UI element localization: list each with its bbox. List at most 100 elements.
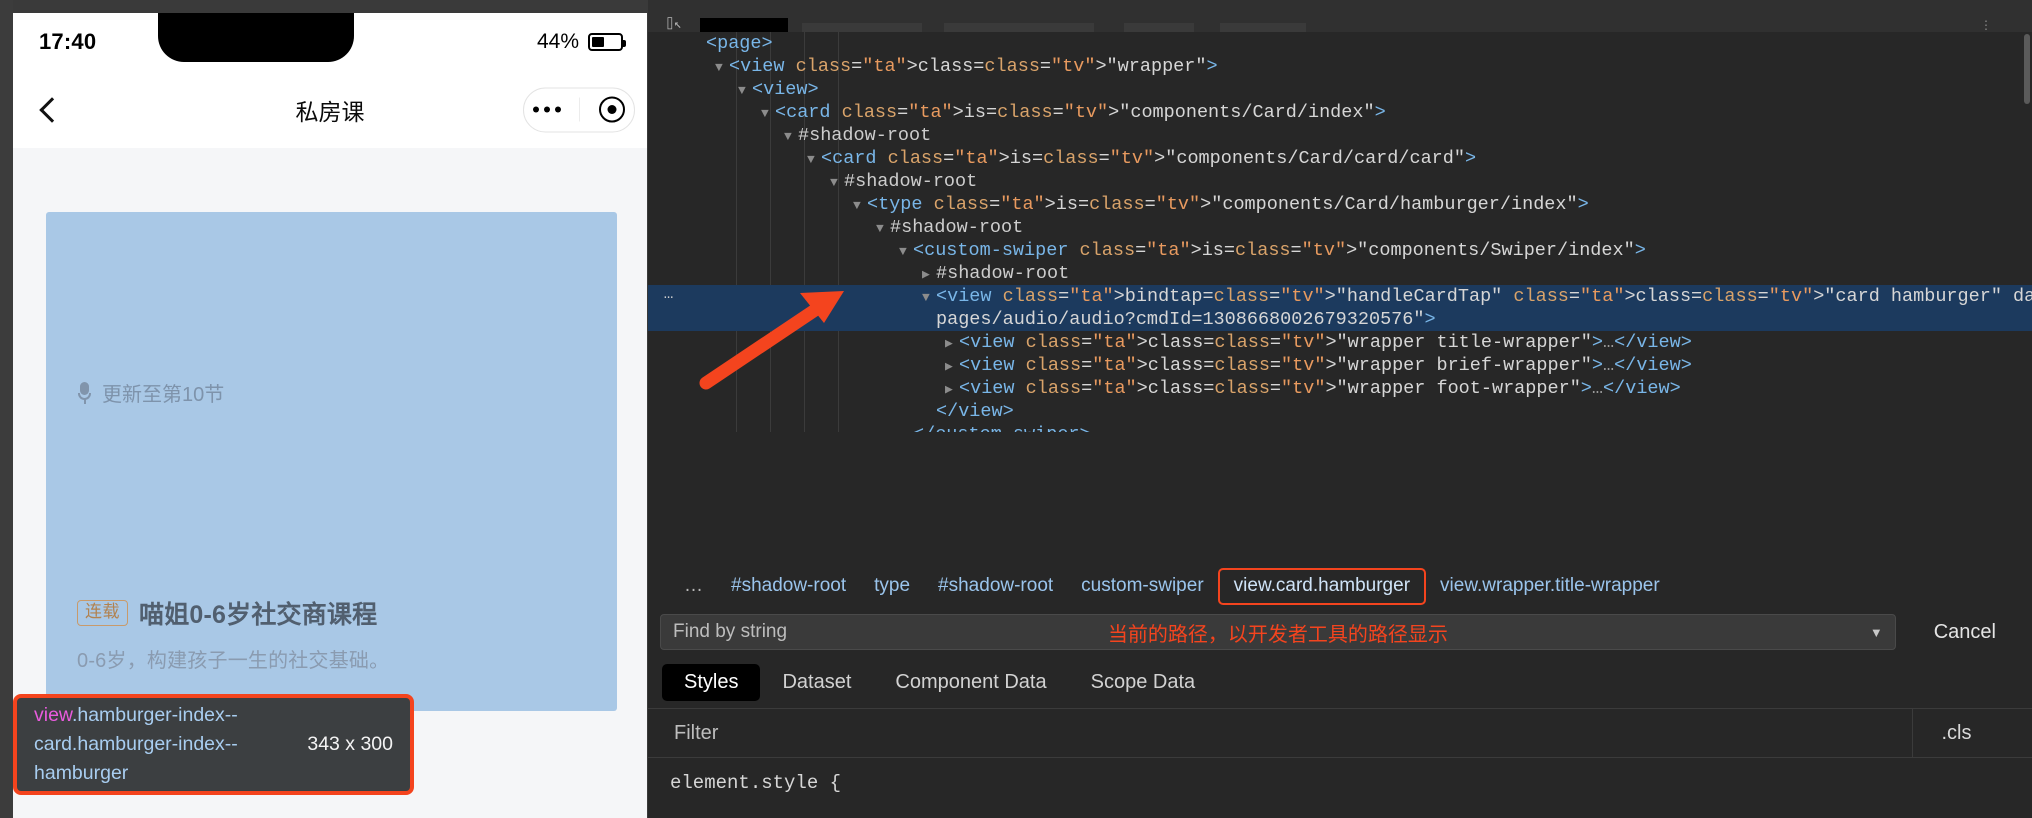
node-markup: <view class="ta">class [729, 56, 973, 77]
node-twisty[interactable]: ▼ [876, 217, 890, 240]
filter-input[interactable]: Filter [648, 708, 1912, 758]
styles-tab-strip[interactable]: StylesDatasetComponent DataScope Data [648, 656, 2032, 708]
inspect-element-icon[interactable]: ⌷↖ [666, 17, 682, 32]
dom-tree[interactable]: <page>▼<view class="ta">class=class="tv"… [648, 32, 2032, 432]
dom-node-row[interactable]: </view> [648, 400, 2032, 423]
microphone-icon [78, 382, 91, 404]
serial-badge: 连载 [77, 600, 128, 626]
dom-node-row[interactable]: ▶<view class="ta">class=class="tv">"wrap… [648, 377, 2032, 400]
styles-tab-dataset[interactable]: Dataset [760, 664, 873, 701]
node-markup: <view class="ta">class [959, 355, 1203, 376]
dom-tree-scrollbar[interactable] [2024, 34, 2030, 104]
status-time: 17:40 [39, 29, 96, 55]
dom-node-row[interactable]: ▼#shadow-root [648, 124, 2032, 147]
dom-node-row[interactable]: ▼<card class="ta">is=class="tv">"compone… [648, 147, 2032, 170]
node-twisty[interactable]: ▼ [761, 102, 775, 125]
tab-placeholder-1[interactable] [802, 23, 922, 32]
status-bar: 17:40 44% [13, 13, 647, 71]
breadcrumb-item-1[interactable]: #shadow-root [717, 573, 860, 599]
breadcrumb-item-5[interactable]: view.card.hamburger [1218, 568, 1426, 605]
node-markup: <view> [752, 79, 819, 100]
tab-wxml-active[interactable] [700, 18, 788, 32]
dom-node-row[interactable]: ▶<view class="ta">class=class="tv">"wrap… [648, 331, 2032, 354]
node-markup: <type class="ta">is [867, 194, 1078, 215]
breadcrumb-item-4[interactable]: custom-swiper [1067, 573, 1217, 599]
tab-placeholder-2[interactable] [944, 23, 1094, 32]
overflow-menu-icon[interactable]: ⋮ [1980, 18, 1992, 32]
node-twisty[interactable]: ▼ [830, 171, 844, 194]
filter-placeholder: Filter [674, 722, 718, 745]
find-input[interactable]: Find by string 当前的路径，以开发者工具的路径显示 ▼ [660, 614, 1896, 650]
breadcrumb-item-6[interactable]: view.wrapper.title-wrapper [1426, 573, 1674, 599]
node-twisty[interactable]: ▶ [945, 355, 959, 378]
card-subtitle: 0-6岁，构建孩子一生的社交基础。 [77, 644, 593, 673]
breadcrumb-item-0[interactable]: … [670, 573, 717, 599]
dom-node-row[interactable]: ▼<view> [648, 78, 2032, 101]
target-icon[interactable] [599, 97, 625, 123]
styles-tab-scope-data[interactable]: Scope Data [1069, 664, 1218, 701]
dom-node-row[interactable]: ▼#shadow-root [648, 170, 2032, 193]
node-markup: <view class="ta">class [959, 378, 1203, 399]
dom-node-row[interactable]: ▶<view class="ta">class=class="tv">"wrap… [648, 354, 2032, 377]
node-twisty[interactable]: ▶ [945, 332, 959, 355]
card-footer: 连载 喵姐0-6岁社交商课程 0-6岁，构建孩子一生的社交基础。 [77, 595, 593, 673]
dom-node-row[interactable]: ▼#shadow-root [648, 216, 2032, 239]
breadcrumb-item-2[interactable]: type [860, 573, 924, 599]
node-twisty[interactable]: ▼ [899, 240, 913, 263]
node-markup: <page> [706, 33, 773, 54]
node-markup: <card class="ta">is [821, 148, 1032, 169]
inspector-size-label: 343 x 300 [307, 733, 393, 756]
inspector-tag-name: view [34, 704, 72, 726]
cls-button[interactable]: .cls [1912, 708, 2000, 758]
node-markup: #shadow-root [844, 171, 977, 192]
card-update-row: 更新至第10节 [78, 378, 224, 407]
chevron-down-icon[interactable]: ▼ [1870, 625, 1883, 640]
find-bar[interactable]: Find by string 当前的路径，以开发者工具的路径显示 ▼ Cance… [648, 608, 2032, 656]
dom-node-row[interactable]: </custom-swiper> [648, 423, 2032, 432]
node-markup: <view class="ta">class [959, 332, 1203, 353]
simulator-left-gutter [0, 0, 13, 818]
dom-node-row[interactable]: ▼<type class="ta">is=class="tv">"compone… [648, 193, 2032, 216]
styles-tab-styles[interactable]: Styles [662, 664, 760, 701]
cancel-button[interactable]: Cancel [1906, 621, 2024, 644]
node-markup: #shadow-root [890, 217, 1023, 238]
node-twisty[interactable]: ▼ [853, 194, 867, 217]
node-markup: </view> [936, 401, 1014, 422]
devtools-tab-row[interactable]: ⌷↖ ⋮ [648, 14, 2032, 32]
dom-node-row[interactable]: ▼<custom-swiper class="ta">is=class="tv"… [648, 239, 2032, 262]
card-title: 喵姐0-6岁社交商课程 [139, 595, 377, 631]
node-twisty[interactable]: ▶ [945, 378, 959, 401]
capsule-button-group[interactable] [523, 87, 635, 132]
node-markup: #shadow-root [936, 263, 1069, 284]
dom-node-row[interactable]: pages/audio/audio?cmdId=1308668002679320… [648, 308, 2032, 331]
annotation-text: 当前的路径，以开发者工具的路径显示 [1108, 618, 1448, 647]
node-overflow-badge[interactable]: … [656, 288, 682, 305]
tab-placeholder-4[interactable] [1220, 23, 1306, 32]
devtools-panel: ⌷↖ ⋮ <page>▼<view class="ta">class=class… [648, 0, 2032, 818]
tab-placeholder-3[interactable] [1124, 23, 1194, 32]
styles-filter-row[interactable]: Filter .cls [648, 708, 2032, 758]
node-twisty[interactable]: ▼ [715, 56, 729, 79]
card-update-text: 更新至第10节 [102, 378, 224, 407]
breadcrumb-item-3[interactable]: #shadow-root [924, 573, 1067, 599]
dom-node-row[interactable]: ▼<card class="ta">is=class="tv">"compone… [648, 101, 2032, 124]
styles-tab-component-data[interactable]: Component Data [873, 664, 1068, 701]
course-card[interactable]: 更新至第10节 连载 喵姐0-6岁社交商课程 0-6岁，构建孩子一生的社交基础。 [46, 212, 617, 711]
dom-node-row[interactable]: ▼<view class="ta">class=class="tv">"wrap… [648, 55, 2032, 78]
status-right-group: 44% [537, 30, 623, 54]
inspector-selector-text: view.hamburger-index--card.hamburger-ind… [34, 701, 302, 788]
node-twisty[interactable]: ▼ [807, 148, 821, 171]
device-notch [158, 13, 354, 62]
breadcrumb[interactable]: …#shadow-roottype#shadow-rootcustom-swip… [648, 564, 2032, 608]
node-twisty[interactable]: ▼ [922, 286, 936, 309]
more-dots-icon[interactable] [533, 107, 561, 113]
battery-icon [588, 33, 623, 51]
node-twisty[interactable]: ▶ [922, 263, 936, 286]
node-markup: </custom-swiper> [913, 424, 1091, 432]
dom-node-row[interactable]: ▶#shadow-root [648, 262, 2032, 285]
node-twisty[interactable]: ▼ [738, 79, 752, 102]
dom-node-row[interactable]: <page> [648, 32, 2032, 55]
dom-node-row[interactable]: …▼<view class="ta">bindtap=class="tv">"h… [648, 285, 2032, 308]
panel-splitter[interactable] [2000, 708, 2032, 758]
node-twisty[interactable]: ▼ [784, 125, 798, 148]
